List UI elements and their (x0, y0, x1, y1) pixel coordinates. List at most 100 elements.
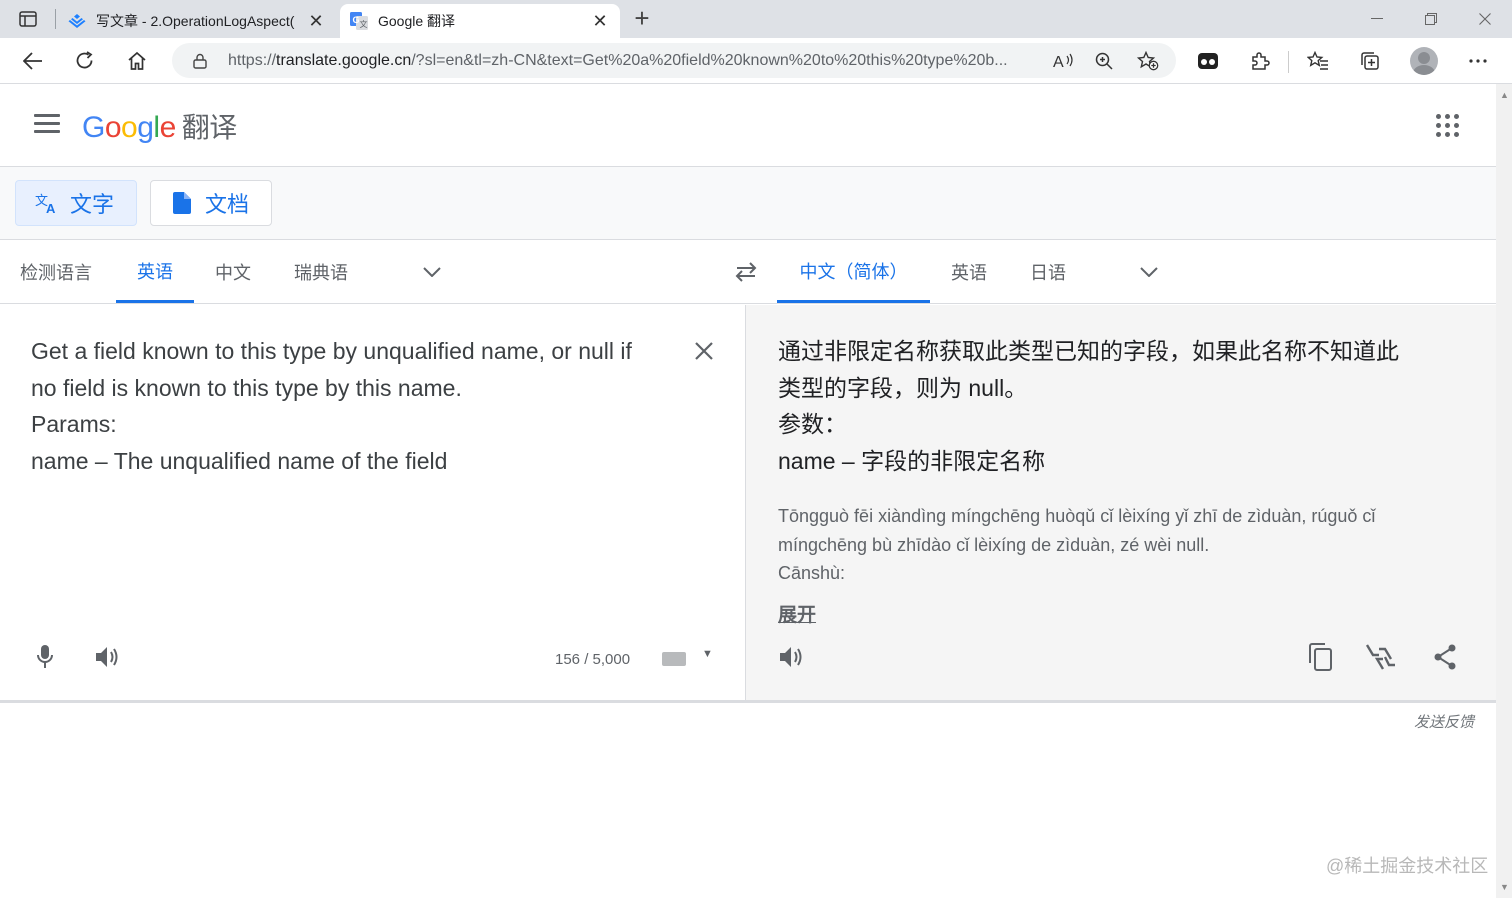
logo-letter: g (137, 111, 154, 144)
translation-line: 类型的字段，则为 null。 (778, 374, 1028, 401)
google-translate-page: Google 翻译 文A 文字 文档 检测语言 英语 中文 瑞典语 中文（简体）… (0, 84, 1496, 898)
juejin-favicon-icon (68, 12, 86, 30)
listen-source-speaker-icon[interactable] (92, 641, 124, 673)
close-icon[interactable]: ✕ (306, 11, 326, 31)
document-mode-label: 文档 (205, 192, 250, 217)
browser-tab-juejin[interactable]: 写文章 - 2.OperationLogAspect( ✕ (58, 4, 336, 38)
svg-text:文: 文 (360, 19, 368, 29)
target-lang-more-chevron-down-icon[interactable] (1137, 260, 1161, 284)
logo-suffix: 翻译 (181, 112, 238, 143)
close-icon[interactable]: ✕ (590, 11, 610, 31)
listen-translation-speaker-icon[interactable] (776, 641, 808, 673)
google-translate-logo[interactable]: Google 翻译 (82, 106, 237, 146)
source-lang-chinese[interactable]: 中文 (204, 241, 262, 303)
character-count: 156 / 5,000 (555, 651, 631, 668)
send-feedback-link[interactable]: 发送反馈 (1414, 711, 1474, 732)
keyboard-icon[interactable] (662, 652, 686, 666)
rate-translation-icon[interactable] (1365, 641, 1397, 673)
browser-toolbar: https://translate.google.cn/?sl=en&tl=zh… (0, 38, 1512, 84)
transliteration-line: Cānshù: (778, 563, 846, 583)
svg-text:A: A (1053, 54, 1064, 70)
page-scrollbar[interactable]: ▲ ▼ (1496, 84, 1512, 898)
browser-tab-google-translate[interactable]: G文 Google 翻译 ✕ (340, 4, 620, 38)
microphone-icon[interactable] (29, 641, 61, 673)
language-bar: 检测语言 英语 中文 瑞典语 中文（简体） 英语 日语 (0, 241, 1496, 304)
source-line: no field is known to this type by this n… (31, 374, 462, 401)
google-apps-icon[interactable] (1436, 114, 1460, 138)
tab-title: Google 翻译 (378, 13, 456, 29)
tab-actions-icon[interactable] (12, 8, 44, 30)
source-lang-more-chevron-down-icon[interactable] (420, 260, 444, 284)
minimize-icon[interactable] (1350, 0, 1404, 38)
lock-icon[interactable] (190, 51, 210, 71)
extensions-puzzle-icon[interactable] (1244, 45, 1276, 77)
translate-icon: 文A (34, 190, 60, 216)
read-aloud-icon[interactable]: A (1050, 48, 1078, 74)
expand-link[interactable]: 展开 (778, 600, 816, 627)
profile-avatar[interactable] (1410, 47, 1438, 75)
back-icon[interactable] (17, 45, 49, 77)
copy-icon[interactable] (1304, 641, 1336, 673)
document-icon (169, 190, 195, 216)
extension-glasses-icon[interactable] (1192, 45, 1224, 77)
url-rest: /?sl=en&tl=zh-CN&text=Get%20a%20field%20… (411, 52, 1008, 69)
google-translate-favicon-icon: G文 (350, 12, 368, 30)
svg-text:A: A (46, 201, 56, 214)
source-panel: Get a field known to this type by unqual… (0, 305, 746, 701)
mode-bar: 文A 文字 文档 (0, 167, 1496, 240)
toolbar-separator (1288, 51, 1289, 73)
browser-tab-strip: 写文章 - 2.OperationLogAspect( ✕ G文 Google … (0, 0, 1512, 38)
target-lang-japanese[interactable]: 日语 (1018, 241, 1078, 303)
source-lang-detect[interactable]: 检测语言 (20, 241, 96, 303)
source-textarea[interactable]: Get a field known to this type by unqual… (31, 333, 671, 479)
source-lang-english[interactable]: 英语 (116, 241, 194, 303)
scroll-down-arrow-icon[interactable]: ▼ (1500, 882, 1509, 892)
zoom-icon[interactable] (1090, 48, 1118, 74)
tab-title: 写文章 - 2.OperationLogAspect( (96, 13, 295, 29)
home-icon[interactable] (121, 45, 153, 77)
source-line: Get a field known to this type by unqual… (31, 338, 632, 364)
transliteration-line: míngchēng bù zhīdào cǐ lèixíng de zìduàn… (778, 534, 1210, 555)
scroll-up-arrow-icon[interactable]: ▲ (1500, 90, 1509, 100)
transliteration: Tōngguò fēi xiàndìng míngchēng huòqǔ cǐ … (778, 502, 1438, 588)
refresh-icon[interactable] (69, 45, 101, 77)
url-host: translate.google.cn (276, 52, 412, 69)
page-header: Google 翻译 (0, 84, 1496, 167)
logo-letter: o (121, 111, 138, 144)
url-text[interactable]: https://translate.google.cn/?sl=en&tl=zh… (228, 52, 1048, 70)
tab-separator (55, 9, 56, 29)
main-menu-icon[interactable] (34, 114, 60, 136)
watermark: @稀土掘金技术社区 (1326, 856, 1489, 876)
translation-line: 参数： (778, 411, 847, 437)
target-lang-english[interactable]: 英语 (940, 241, 998, 303)
keyboard-dropdown-icon[interactable]: ▼ (702, 648, 713, 660)
logo-letter: o (104, 111, 122, 144)
translation-line: 通过非限定名称获取此类型已知的字段，如果此名称不知道此 (778, 338, 1399, 364)
restore-icon[interactable] (1404, 0, 1458, 38)
source-line: name – The unqualified name of the field (31, 447, 448, 474)
source-line: Params: (31, 411, 117, 437)
more-menu-icon[interactable] (1462, 45, 1494, 77)
document-mode-button[interactable]: 文档 (150, 180, 272, 226)
collections-icon[interactable] (1354, 45, 1386, 77)
transliteration-line: Tōngguò fēi xiàndìng míngchēng huòqǔ cǐ … (778, 506, 1376, 526)
text-mode-label: 文字 (70, 192, 115, 217)
share-icon[interactable] (1429, 641, 1461, 673)
text-mode-button[interactable]: 文A 文字 (15, 180, 137, 226)
add-favorite-icon[interactable] (1134, 48, 1162, 74)
favorites-icon[interactable] (1302, 45, 1334, 77)
clear-source-close-icon[interactable] (688, 335, 720, 367)
address-bar[interactable]: https://translate.google.cn/?sl=en&tl=zh… (172, 43, 1176, 78)
new-tab-button[interactable]: + (628, 5, 656, 32)
close-window-icon[interactable] (1458, 0, 1512, 38)
source-lang-swedish[interactable]: 瑞典语 (282, 241, 360, 303)
swap-languages-icon[interactable] (730, 258, 762, 286)
translation-line: name – 字段的非限定名称 (778, 447, 1046, 474)
panel-divider (0, 700, 1496, 703)
url-prefix: https:// (228, 52, 277, 69)
logo-letter: e (159, 111, 177, 144)
svg-text:G: G (353, 15, 360, 25)
logo-letter: G (82, 111, 105, 144)
target-lang-chinese-simplified[interactable]: 中文（简体） (777, 241, 930, 303)
translation-output: 通过非限定名称获取此类型已知的字段，如果此名称不知道此 类型的字段，则为 nul… (778, 333, 1438, 479)
